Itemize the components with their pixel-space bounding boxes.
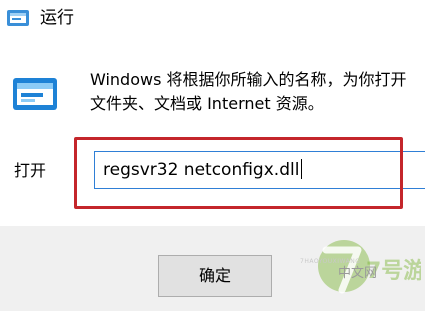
open-label: 打开 <box>14 161 47 180</box>
run-description: Windows 将根据你所输入的名称，为你打开 文件夹、文档或 Internet… <box>90 68 425 116</box>
ok-button[interactable]: 确定 <box>158 255 272 297</box>
window-title: 运行 <box>40 8 74 28</box>
description-line-1: Windows 将根据你所输入的名称，为你打开 <box>90 70 407 89</box>
highlight-annotation-box <box>74 137 403 209</box>
run-dialog: 运行 Windows 将根据你所输入的名称，为你打开 文件夹、文档或 Inter… <box>0 0 425 311</box>
run-dialog-icon <box>13 78 57 110</box>
title-bar: 运行 <box>0 0 425 38</box>
description-line-2: 文件夹、文档或 Internet 资源。 <box>90 94 324 113</box>
watermark-site-text: 中文网 <box>338 266 378 281</box>
run-app-icon <box>7 10 29 26</box>
